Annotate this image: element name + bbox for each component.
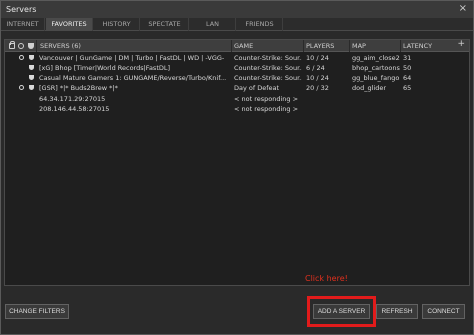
tab-lan[interactable]: LAN bbox=[190, 18, 236, 31]
column-players[interactable]: PLAYERS bbox=[306, 42, 334, 50]
server-latency: 50 bbox=[403, 64, 412, 72]
table-row[interactable]: Vancouver | GunGame | DM | Turbo | FastD… bbox=[5, 54, 469, 62]
tab-spectate[interactable]: SPECTATE bbox=[141, 18, 189, 31]
table-row[interactable]: [GSR] *|* Buds2Brew *|* Day of Defeat 20… bbox=[5, 84, 469, 92]
shield-icon bbox=[29, 55, 34, 60]
table-row[interactable]: Casual Mature Gamers 1: GUNGAME/Reverse/… bbox=[5, 74, 469, 82]
shield-icon bbox=[29, 85, 34, 90]
column-game[interactable]: GAME bbox=[234, 42, 253, 50]
column-latency[interactable]: LATENCY bbox=[403, 42, 432, 50]
table-row[interactable]: 208.146.44.58:27015 < not responding > bbox=[5, 105, 469, 113]
server-map: gg_blue_fango bbox=[352, 74, 400, 82]
server-game: Day of Defeat bbox=[234, 84, 280, 92]
add-server-button[interactable]: ADD A SERVER bbox=[313, 304, 370, 319]
column-servers[interactable]: SERVERS (6) bbox=[40, 42, 81, 50]
server-map: dod_glider bbox=[352, 84, 387, 92]
server-name: [GSR] *|* Buds2Brew *|* bbox=[39, 84, 118, 92]
server-game: < not responding > bbox=[234, 95, 299, 103]
server-game: < not responding > bbox=[234, 105, 299, 113]
shield-icon bbox=[29, 65, 34, 70]
server-game: Counter-Strike: Sour... bbox=[234, 74, 302, 82]
server-map: gg_aim_close2 bbox=[352, 54, 400, 62]
server-latency: 65 bbox=[403, 84, 412, 92]
table-row[interactable]: [xG] Bhop [Timer|World Records|FastDL] C… bbox=[5, 64, 469, 72]
server-list[interactable]: SERVERS (6) GAME PLAYERS MAP LATENCY + V… bbox=[4, 39, 470, 286]
connect-button[interactable]: CONNECT bbox=[422, 304, 465, 319]
shield-icon bbox=[29, 75, 34, 80]
vac-icon bbox=[19, 85, 24, 90]
server-latency: 31 bbox=[403, 54, 412, 62]
server-latency: 64 bbox=[403, 74, 412, 82]
server-players: 6 / 24 bbox=[306, 64, 325, 72]
server-name: Vancouver | GunGame | DM | Turbo | FastD… bbox=[39, 54, 225, 62]
server-players: 20 / 32 bbox=[306, 84, 329, 92]
tab-friends[interactable]: FRIENDS bbox=[237, 18, 283, 31]
change-filters-button[interactable]: CHANGE FILTERS bbox=[5, 304, 69, 319]
servers-window: Servers × INTERNET FAVORITES HISTORY SPE… bbox=[0, 0, 474, 335]
refresh-button[interactable]: REFRESH bbox=[376, 304, 418, 319]
server-name: 64.34.171.29:27015 bbox=[39, 95, 106, 103]
add-column-icon[interactable]: + bbox=[457, 39, 465, 49]
server-game: Counter-Strike: Sour... bbox=[234, 64, 302, 72]
tab-history[interactable]: HISTORY bbox=[94, 18, 140, 31]
list-header: SERVERS (6) GAME PLAYERS MAP LATENCY + bbox=[5, 39, 469, 52]
server-players: 10 / 24 bbox=[306, 74, 329, 82]
table-row[interactable]: 64.34.171.29:27015 < not responding > bbox=[5, 95, 469, 103]
lock-icon[interactable] bbox=[9, 41, 15, 49]
window-title: Servers bbox=[6, 5, 37, 14]
vac-icon bbox=[19, 55, 24, 60]
click-here-annotation: Click here! bbox=[305, 274, 348, 283]
server-players: 10 / 24 bbox=[306, 54, 329, 62]
shield-icon[interactable] bbox=[28, 43, 34, 49]
tab-favorites[interactable]: FAVORITES bbox=[46, 18, 93, 31]
vac-icon[interactable] bbox=[18, 43, 24, 49]
server-map: bhop_cartoons bbox=[352, 64, 400, 72]
server-name: Casual Mature Gamers 1: GUNGAME/Reverse/… bbox=[39, 74, 227, 82]
server-name: [xG] Bhop [Timer|World Records|FastDL] bbox=[39, 64, 171, 72]
tab-bar: INTERNET FAVORITES HISTORY SPECTATE LAN … bbox=[1, 18, 473, 31]
column-map[interactable]: MAP bbox=[352, 42, 366, 50]
server-game: Counter-Strike: Sour... bbox=[234, 54, 302, 62]
server-name: 208.146.44.58:27015 bbox=[39, 105, 110, 113]
close-icon[interactable]: × bbox=[459, 3, 467, 14]
title-bar[interactable]: Servers × bbox=[1, 1, 473, 19]
tab-internet[interactable]: INTERNET bbox=[1, 18, 45, 31]
